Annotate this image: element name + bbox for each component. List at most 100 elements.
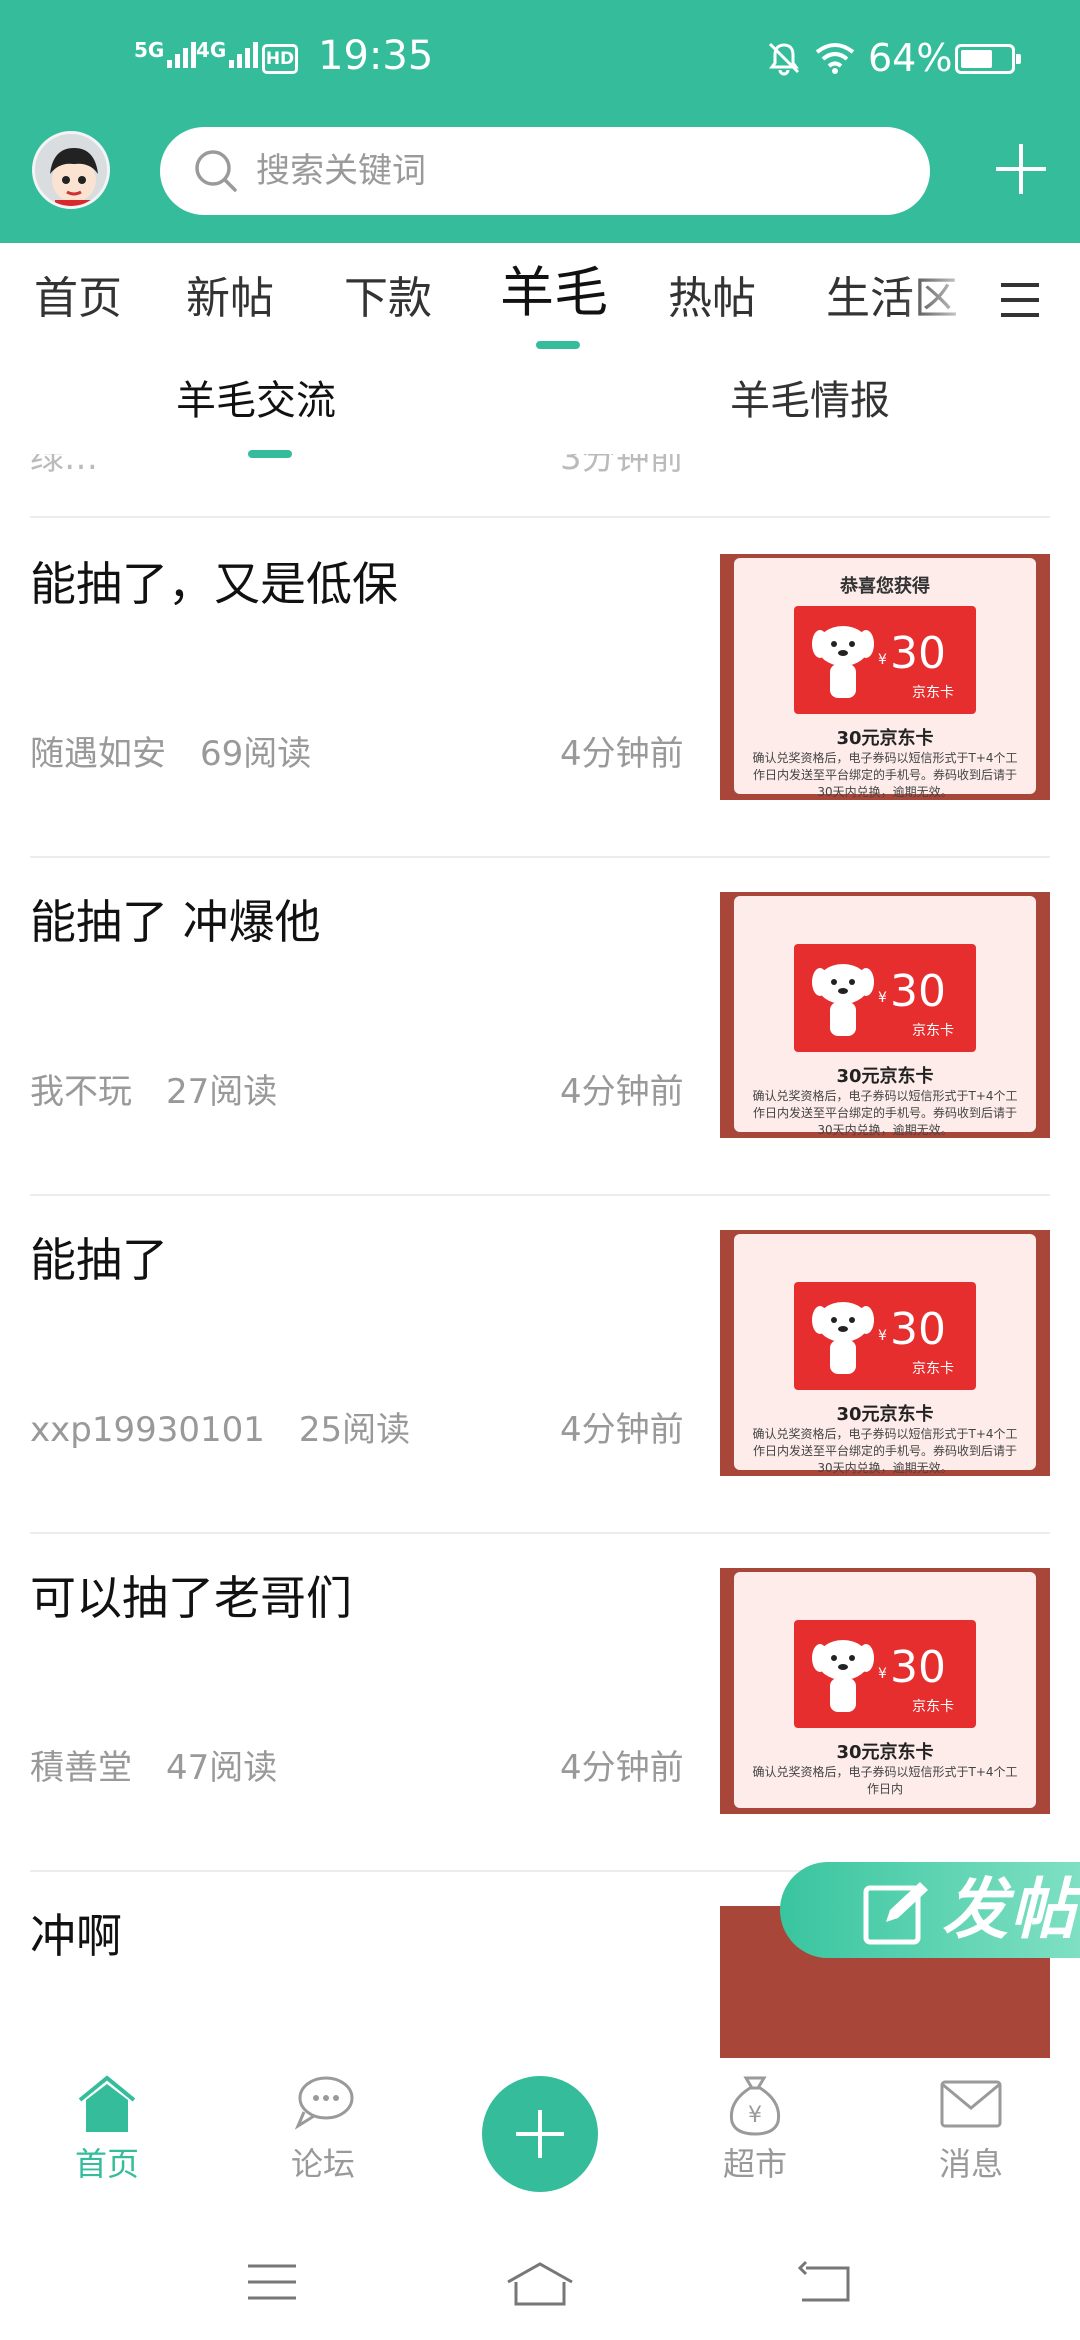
nav-forum[interactable]: 论坛 [248,2072,398,2184]
card-amount: 30 [890,1304,946,1355]
yen-symbol: ¥ [878,990,887,1006]
tab-active-indicator [536,341,580,349]
post-meta: 積善堂 47阅读 [30,1746,311,1790]
card-amount: 30 [890,1642,946,1693]
create-post-label: 发帖 [942,1871,1078,1948]
post-title: 能抽了 [30,1233,168,1287]
jd-card: ¥30 京东卡 [794,606,976,714]
post-item[interactable]: 能抽了 xxp19930101 25阅读 4分钟前 ¥30 京东卡 30元京东卡 确认兑奖资格… [30,1196,1050,1534]
nav-messages-label: 消息 [938,2145,1003,2183]
signal-4g-icon: 4G [196,38,259,68]
tab-loans[interactable]: 下款 [344,271,432,327]
yen-symbol: ¥ [878,1666,887,1682]
jd-dog-mascot-icon [812,1640,874,1712]
post-thumbnail[interactable]: ¥30 京东卡 30元京东卡 确认兑奖资格后，电子券码以短信形式于T+4个工作日内发送… [720,1230,1050,1476]
post-item[interactable]: 可以抽了老哥们 積善堂 47阅读 4分钟前 ¥30 京东卡 30元京东卡 确认兑奖资格后，电子… [30,1534,1050,1872]
card-description: 确认兑奖资格后，电子券码以短信形式于T+4个工作日内发送至平台绑定的手机号。券码… [752,751,1018,799]
signal-5g-icon: 5G [134,38,197,68]
nav-add-button[interactable] [482,2076,598,2192]
nav-market-label: 超市 [722,2145,787,2183]
system-nav-bar [0,2230,1080,2340]
search-input[interactable] [256,141,896,201]
search-box[interactable] [160,127,930,215]
jd-card: ¥30 京东卡 [794,944,976,1052]
post-time: 4分钟前 [560,1410,684,1450]
nav-messages[interactable]: 消息 [896,2072,1046,2184]
post-meta: 我不玩 27阅读 [30,1070,311,1114]
menu-icon[interactable] [999,281,1041,319]
envelope-icon [940,2080,1002,2128]
post-item[interactable]: 能抽了 冲爆他我不玩 27阅读 4分钟前 ¥30 京东卡 30元京东卡 确认兑奖资格后，电子… [30,858,1050,1196]
status-bar: 5G 4G HD 19:35 64% [0,0,1080,120]
search-icon [195,150,237,192]
add-icon[interactable] [990,138,1052,200]
avatar-cartoon-icon [50,148,98,206]
post-reads: 47阅读 [166,1748,278,1788]
signal-5g-label: 5G [134,38,165,62]
svg-text:¥: ¥ [748,2103,762,2128]
user-avatar[interactable] [32,131,110,209]
card-amount: 30 [890,966,946,1017]
post-reads: 27阅读 [166,1072,278,1112]
battery-fill [961,50,992,68]
chat-bubbles-icon [294,2076,354,2130]
hd-voice-icon: HD [262,44,298,74]
card-brand: 京东卡 [912,1699,954,1715]
post-time: 3分钟前 [560,454,684,478]
prize-card-image: 恭喜您获得 ¥30 京东卡 30元京东卡 确认兑奖资格后，电子券码以短信形式于T+4个工… [734,558,1036,799]
post-meta: 随遇如安 69阅读 [30,732,345,776]
post-title: 能抽了 冲爆他 [30,895,321,949]
edit-icon [863,1882,928,1945]
tab-new-posts[interactable]: 新帖 [186,271,274,327]
card-name: 30元京东卡 [836,728,934,749]
post-author: xxp19930101 [30,1410,265,1450]
prize-heading: 恭喜您获得 [840,576,930,597]
nav-forum-label: 论坛 [290,2145,355,2183]
card-description: 确认兑奖资格后，电子券码以短信形式于T+4个工作日内发送至平台绑定的手机号。券码… [752,1427,1018,1475]
jd-dog-mascot-icon [812,626,874,698]
home-icon [78,2075,136,2132]
post-time: 4分钟前 [560,1072,684,1112]
status-time: 19:35 [318,33,434,79]
mute-bell-icon [768,42,800,76]
wifi-icon [815,43,855,74]
post-meta: xxp19930101 25阅读 [30,1408,444,1452]
back-icon[interactable] [796,2260,852,2304]
tab-deals[interactable]: 羊毛 [500,265,608,321]
signal-4g-label: 4G [196,38,227,62]
post-partial[interactable]: 绿… 3分钟前 [30,454,1050,518]
post-item[interactable]: 能抽了，又是低保 随遇如安 69阅读 4分钟前 恭喜您获得 ¥30 京东卡 30元京东卡 确认兑… [30,520,1050,858]
subtab-deal-intel[interactable]: 羊毛情报 [730,376,890,426]
prize-card-image: ¥30 京东卡 30元京东卡 确认兑奖资格后，电子券码以短信形式于T+4个工作日内 [734,1572,1036,1808]
post-thumbnail[interactable]: ¥30 京东卡 30元京东卡 确认兑奖资格后，电子券码以短信形式于T+4个工作日内 [720,1568,1050,1814]
app-header: 5G 4G HD 19:35 64% [0,0,1080,243]
subtab-deal-discussion[interactable]: 羊毛交流 [176,376,336,426]
card-brand: 京东卡 [912,685,954,701]
recent-apps-icon[interactable] [244,2260,300,2304]
jd-card: ¥30 京东卡 [794,1620,976,1728]
post-thumbnail[interactable]: ¥30 京东卡 30元京东卡 确认兑奖资格后，电子券码以短信形式于T+4个工作日内发送… [720,892,1050,1138]
nav-home[interactable]: 首页 [32,2072,182,2184]
jd-dog-mascot-icon [812,964,874,1036]
yen-symbol: ¥ [878,652,887,668]
card-brand: 京东卡 [912,1361,954,1377]
subtab-active-indicator [248,450,292,458]
post-title: 冲啊 [30,1909,122,1963]
bottom-nav: 首页 论坛 ¥ 超市 消息 [0,2058,1080,2230]
post-time: 4分钟前 [560,1748,684,1788]
post-reads: 25阅读 [298,1410,411,1450]
post-reads: 69阅读 [200,734,312,774]
tab-home[interactable]: 首页 [34,271,122,327]
post-title: 可以抽了老哥们 [30,1571,352,1625]
create-post-button[interactable]: 发帖 [780,1862,1080,1958]
home-key-icon[interactable] [504,2260,576,2308]
jd-card: ¥30 京东卡 [794,1282,976,1390]
prize-card-image: ¥30 京东卡 30元京东卡 确认兑奖资格后，电子券码以短信形式于T+4个工作日内发送… [734,1234,1036,1475]
nav-market[interactable]: ¥ 超市 [680,2072,830,2184]
post-feed[interactable]: 绿… 3分钟前 能抽了，又是低保 随遇如安 69阅读 4分钟前 恭喜您获得 ¥30 京东卡 3… [0,454,1080,2058]
tab-hot-posts[interactable]: 热帖 [668,271,756,327]
post-thumbnail[interactable]: 恭喜您获得 ¥30 京东卡 30元京东卡 确认兑奖资格后，电子券码以短信形式于T+4个工… [720,554,1050,800]
yen-symbol: ¥ [878,1328,887,1344]
battery-percent: 64% [868,36,953,80]
nav-home-label: 首页 [74,2145,139,2183]
